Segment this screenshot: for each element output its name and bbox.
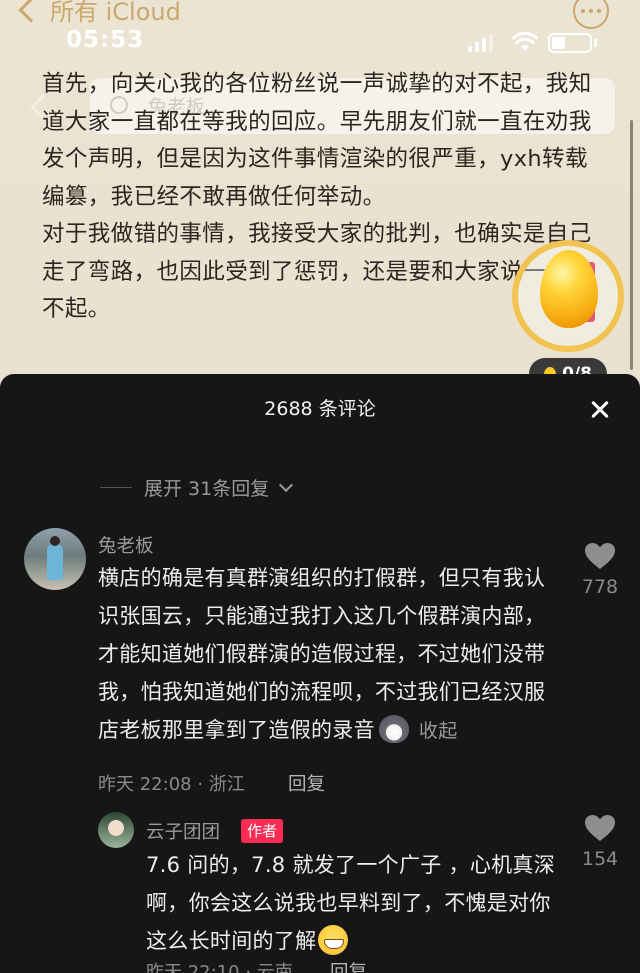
reply-meta: 昨天 22:10 · 云南 [146,962,293,973]
back-label: 所有 iCloud [50,0,181,26]
dot-icon [597,9,601,13]
dot-icon [581,9,585,13]
avatar-figure [47,544,63,580]
article-paragraph: 对于我做错的事情，我接受大家的批判，也确实是自己走了弯路，也因此受到了惩罚，还是… [42,221,592,322]
article-body: 首先，向关心我的各位粉丝说一声诚挚的对不起，我知道大家一直都在等我的回应。早先朋… [42,66,592,329]
dot-icon [589,9,593,13]
comment-author[interactable]: 兔老板 [98,532,154,558]
collapse-link[interactable]: 收起 [419,720,458,742]
comment-body: 横店的确是有真群演组织的打假群，但只有我认识张国云，只能通过我打入这几个假群演内… [98,566,546,742]
like-count: 154 [581,848,619,870]
article-paragraph: 首先，向关心我的各位粉丝说一声诚挚的对不起，我知道大家一直都在等我的回应。早先朋… [42,71,592,210]
back-to-icloud-link[interactable]: 所有 iCloud [16,0,181,27]
divider [100,487,132,488]
status-time: 05:53 [66,27,145,53]
heart-icon [585,543,615,569]
avatar[interactable] [98,812,134,848]
battery-icon [548,33,592,53]
more-options-button[interactable] [573,0,609,29]
grin-emoji-icon [318,925,349,955]
wifi-icon [512,31,538,51]
heart-icon [585,815,615,841]
cellular-signal-icon [468,34,493,52]
expand-replies-label: 展开 31条回复 [144,478,270,500]
avatar[interactable] [24,528,86,590]
reply-button[interactable]: 回复 [288,770,325,796]
like-count: 778 [581,576,619,598]
chevron-left-icon [18,0,44,23]
scrollbar[interactable] [630,120,633,370]
like-button[interactable]: 154 [575,814,625,870]
expand-replies-button[interactable]: 展开 31条回复 [100,474,294,501]
author-badge: 作者 [241,819,284,843]
chevron-down-icon [279,477,294,493]
comments-title: 2688 条评论 [264,398,376,420]
like-button[interactable]: 778 [575,542,625,598]
reply-text: 7.6 问的，7.8 就发了一个广子 ，心机真深啊，你会这么说我也早料到了，不愧… [146,846,561,960]
background-article-view: 所有 iCloud 兔老板 05:53 首先，向关心我的各位粉丝说一声诚挚的对不… [0,0,640,400]
comment-text: 横店的确是有真群演组织的打假群，但只有我认识张国云，只能通过我打入这几个假群演内… [98,559,558,750]
cat-emoji-icon [378,715,409,743]
avatar-face [108,820,124,836]
close-icon[interactable] [586,396,614,424]
reply-author[interactable]: 云子团团 [146,818,220,844]
comment-meta: 昨天 22:08 · 浙江 [98,774,245,795]
comments-panel: 2688 条评论 展开 31条回复 兔老板 横店的确是有真群演组织的打假群，但只… [0,374,640,973]
reply-body: 7.6 问的，7.8 就发了一个广子 ，心机真深啊，你会这么说我也早料到了，不愧… [146,853,556,953]
battery-fill [552,37,565,49]
reply-button[interactable]: 回复 [330,958,367,973]
battery-tip [594,39,597,47]
avatar-head [50,536,60,546]
